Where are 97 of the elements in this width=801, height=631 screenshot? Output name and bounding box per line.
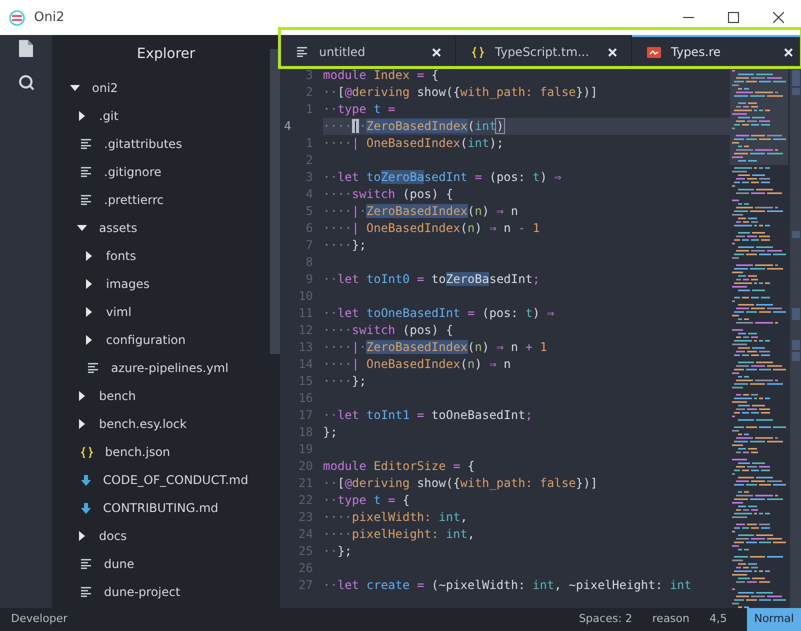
tree-item[interactable]: CONTRIBUTING.md [52,494,270,522]
editor-tab[interactable]: TypeScript.tm... [456,35,632,67]
tree-item[interactable]: dune [52,550,270,578]
tree-label: images [106,276,150,293]
close-icon[interactable] [432,48,441,56]
code-line: ····| OneBasedIndex(int); [323,135,505,152]
file-icon[interactable] [19,40,33,57]
code-line: module Index = { [323,67,440,84]
code-line: ····| OneBasedIndex(n) ⇒ n [323,356,512,373]
search-icon[interactable] [18,74,34,91]
code-line: }; [323,424,338,441]
code-line: ··let create = (~pixelWidth: int, ~pixelHeight: int [323,577,693,594]
text-file-icon [81,139,92,149]
vertical-scrollbar[interactable] [790,67,801,608]
app-logo-icon [9,10,25,26]
close-icon[interactable] [608,48,617,56]
status-item: 4,5 [710,611,727,628]
text-file-icon [88,363,99,373]
close-icon[interactable] [784,48,793,56]
code-line: ····|·ZeroBasedIndex(n) ⇒ n [323,203,520,220]
tree-item[interactable]: fonts [52,242,270,270]
tree-item[interactable]: viml [52,298,270,326]
tree-label: CODE_OF_CONDUCT.md [103,472,248,489]
scrollbar-thumb[interactable] [270,49,280,354]
tree-label: .gitignore [104,164,162,181]
code-line: ····switch (pos) { [323,186,454,203]
tree-label: azure-pipelines.yml [111,360,228,377]
tree-label: assets [99,220,138,237]
code-line: ····pixelHeight: int, [323,526,476,543]
text-file-icon [296,47,308,57]
tree-item[interactable]: .prettierrc [52,186,270,214]
tree-item[interactable]: bench.json [52,438,270,466]
minimap[interactable] [730,67,790,608]
text-file-icon [81,167,92,177]
tree-item[interactable]: CODE_OF_CONDUCT.md [52,466,270,494]
tree-item[interactable]: .git [52,102,270,130]
explorer-title: Explorer [136,45,196,64]
code-line: ··let toInt1 = toOneBasedInt; [323,407,534,424]
tree-item[interactable]: images [52,270,270,298]
down-arrow-icon [81,474,91,486]
code-line: ··}; [323,543,353,560]
code-line: ··[@deriving show({with_path: false})] [323,475,599,492]
tree-label: bench.json [105,444,170,461]
editor-tab[interactable]: untitled [280,35,456,67]
tree-item[interactable]: .gitattributes [52,130,270,158]
maximize-icon [728,12,739,23]
tree-label: .git [99,108,118,125]
tree-item[interactable]: assets [52,214,270,242]
tree-label: bench [99,388,136,405]
code-line: ··type t = { [323,492,411,509]
code-line: ··[@deriving show({with_path: false})] [323,84,599,101]
code-line: ····}; [323,373,368,390]
text-file-icon [81,559,92,569]
code-line: ····| OneBasedIndex(n) ⇒ n - 1 [323,220,541,237]
mode-indicator: Normal [747,608,801,631]
tree-item[interactable]: .gitignore [52,158,270,186]
code-line: ··let toZeroBasedInt = (pos: t) ⇒ [323,169,562,186]
window-title: Oni2 [34,8,64,27]
reason-file-icon [647,46,661,58]
tree-label: docs [99,528,127,545]
close-icon [773,12,784,23]
tree-label: CONTRIBUTING.md [103,500,218,517]
status-item: Spaces: 2 [578,611,632,628]
braces-icon [472,46,484,58]
tree-item[interactable]: dune-project [52,578,270,606]
code-line: ····switch (pos) { [323,322,454,339]
tree-item[interactable]: configuration [52,326,270,354]
tree-item[interactable]: docs [52,522,270,550]
tree-label: dune-project [104,584,180,601]
tree-label: bench.esy.lock [99,416,187,433]
down-arrow-icon [81,502,91,514]
tree-item[interactable]: oni2 [52,74,270,102]
status-text: Developer [11,611,68,628]
tree-item[interactable]: azure-pipelines.yml [52,354,270,382]
tree-label: configuration [106,332,186,349]
tree-label: viml [106,304,132,321]
tree-label: fonts [106,248,136,265]
code-line: ····}; [323,237,368,254]
tree-label: .gitattributes [104,136,182,153]
code-line: ····pixelWidth: int, [323,509,469,526]
status-item: reason [652,611,690,628]
tree-label: oni2 [92,80,118,97]
editor-tab[interactable]: Types.re [632,35,801,67]
braces-icon [81,446,93,458]
minimize-icon [683,17,694,18]
code-line: ··let toInt0 = toZeroBasedInt; [323,271,541,288]
line-number: 4 [283,118,292,135]
code-line: module EditorSize = { [323,458,476,475]
code-line: ··type t = [323,101,396,118]
code-line: ····|·ZeroBasedIndex(n) ⇒ n + 1 [323,339,548,356]
text-file-icon [81,195,92,205]
tree-item[interactable]: bench.esy.lock [52,410,270,438]
code-line: ··let toOneBasedInt = (pos: t) ⇒ [323,305,556,322]
text-file-icon [81,587,92,597]
tree-label: dune [104,556,134,573]
tree-label: .prettierrc [104,192,164,209]
tree-item[interactable]: bench [52,382,270,410]
